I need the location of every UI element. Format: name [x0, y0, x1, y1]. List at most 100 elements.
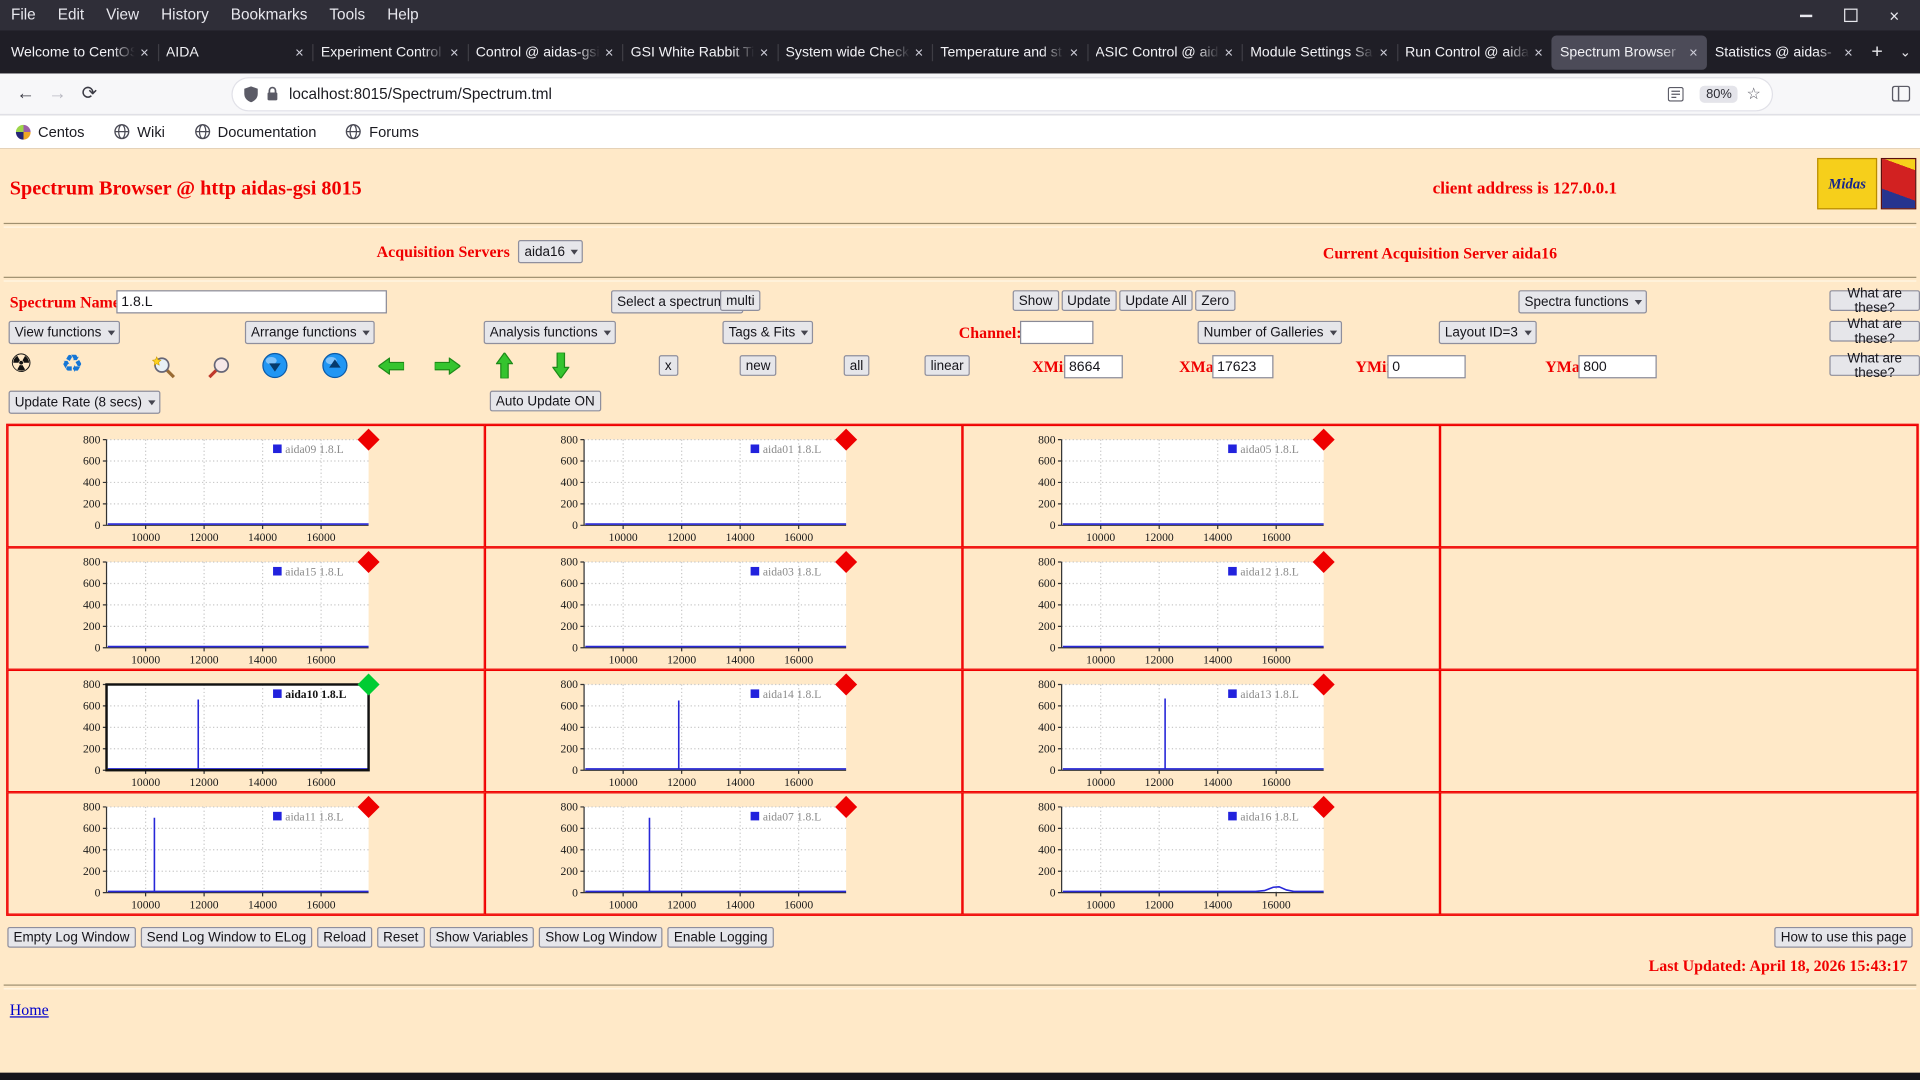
midas-logo[interactable]: Midas: [1817, 157, 1878, 210]
sidebar-icon[interactable]: [1891, 85, 1911, 102]
lock-icon[interactable]: [266, 86, 279, 102]
gsi-logo[interactable]: [1880, 157, 1917, 210]
tab-close-icon[interactable]: ×: [140, 43, 149, 60]
empty-log-window-button[interactable]: Empty Log Window: [7, 926, 136, 948]
tab-close-icon[interactable]: ×: [915, 43, 924, 60]
recycle-refresh-icon[interactable]: ♻: [61, 350, 83, 379]
ymax-input[interactable]: [1578, 355, 1657, 379]
minimize-button[interactable]: [1798, 7, 1815, 24]
spectrum-cell-aida10[interactable]: 0 200 400 600 800 10000 12000 14000 16000 aida10 …: [7, 669, 485, 793]
spectrum-chart[interactable]: 0 200 400 600 800 10000 12000 14000 16000 aida09 …: [62, 427, 385, 545]
zoom-in-icon[interactable]: [151, 355, 176, 386]
update-rate-dropdown[interactable]: Update Rate (8 secs): [8, 390, 161, 414]
show-variables-button[interactable]: Show Variables: [429, 926, 535, 948]
spectrum-chart[interactable]: 0 200 400 600 800 10000 12000 14000 16000 aida07 …: [540, 795, 863, 913]
home-link[interactable]: Home: [10, 1000, 49, 1020]
update-all-button[interactable]: Update All: [1119, 290, 1193, 312]
spectrum-cell-aida15[interactable]: 0 200 400 600 800 10000 12000 14000 16000 aida15 …: [7, 547, 485, 670]
menu-tools[interactable]: Tools: [318, 0, 376, 31]
send-log-window-to-elog-button[interactable]: Send Log Window to ELog: [140, 926, 313, 948]
xmin-input[interactable]: [1064, 355, 1123, 379]
menu-edit[interactable]: Edit: [47, 0, 95, 31]
channel-input[interactable]: [1020, 320, 1094, 345]
tab-statistics-aidas[interactable]: Statistics @ aidas- ×: [1706, 35, 1861, 69]
spectrum-cell-aida14[interactable]: 0 200 400 600 800 10000 12000 14000 16000 aida14 …: [484, 669, 963, 793]
spectrum-chart[interactable]: 0 200 400 600 800 10000 12000 14000 16000 aida05 …: [1018, 427, 1341, 545]
spectrum-chart[interactable]: 0 200 400 600 800 10000 12000 14000 16000 aida15 …: [62, 550, 385, 668]
spectrum-cell-aida01[interactable]: 0 200 400 600 800 10000 12000 14000 16000 aida01 …: [484, 424, 963, 548]
url-bar[interactable]: localhost:8015/Spectrum/Spectrum.tml 80%…: [232, 77, 1772, 110]
tab-control-aidas-gsi[interactable]: Control @ aidas-gsi ×: [467, 35, 622, 69]
bookmark-documentation[interactable]: Documentation: [194, 123, 316, 140]
shield-icon[interactable]: [244, 85, 259, 102]
reset-button[interactable]: Reset: [377, 926, 425, 948]
show-button[interactable]: Show: [1012, 290, 1059, 312]
reader-mode-icon[interactable]: [1668, 86, 1685, 102]
spectrum-cell-aida03[interactable]: 0 200 400 600 800 10000 12000 14000 16000 aida03 …: [484, 547, 963, 670]
what-are-these-button[interactable]: What are these?: [1829, 286, 1920, 315]
tab-system-wide-checks[interactable]: System wide Checks ×: [776, 35, 932, 69]
spectrum-cell-aida12[interactable]: 0 200 400 600 800 10000 12000 14000 16000 aida12 …: [962, 547, 1440, 670]
multi-button[interactable]: multi: [720, 290, 761, 312]
spectrum-cell-aida09[interactable]: 0 200 400 600 800 10000 12000 14000 16000 aida09 …: [7, 424, 485, 548]
x-button[interactable]: x: [658, 355, 678, 376]
linear-button[interactable]: linear: [924, 355, 970, 376]
menu-file[interactable]: File: [0, 0, 47, 31]
spectrum-chart[interactable]: 0 200 400 600 800 10000 12000 14000 16000 aida03 …: [540, 550, 863, 668]
spectrum-chart[interactable]: 0 200 400 600 800 10000 12000 14000 16000 aida16 …: [1018, 795, 1341, 913]
reload-button[interactable]: ⟳: [73, 75, 105, 113]
menu-history[interactable]: History: [150, 0, 220, 31]
menu-bookmarks[interactable]: Bookmarks: [220, 0, 319, 31]
spectrum-cell-aida11[interactable]: 0 200 400 600 800 10000 12000 14000 16000 aida11 …: [7, 792, 485, 915]
ymin-input[interactable]: [1387, 355, 1466, 379]
spectrum-chart[interactable]: 0 200 400 600 800 10000 12000 14000 16000 aida14 …: [540, 672, 863, 790]
what-are-these-button[interactable]: What are these?: [1829, 317, 1920, 346]
spectrum-chart[interactable]: 0 200 400 600 800 10000 12000 14000 16000 aida10 …: [62, 672, 385, 790]
layout-id-dropdown[interactable]: Layout ID=3: [1438, 320, 1537, 345]
spectrum-chart[interactable]: 0 200 400 600 800 10000 12000 14000 16000 aida12 …: [1018, 550, 1341, 668]
spectrum-chart[interactable]: 0 200 400 600 800 10000 12000 14000 16000 aida01 …: [540, 427, 863, 545]
tab-spectrum-browser[interactable]: Spectrum Browser ×: [1551, 34, 1707, 70]
spectrum-cell-aida16[interactable]: 0 200 400 600 800 10000 12000 14000 16000 aida16 …: [962, 792, 1440, 915]
what-are-these-button[interactable]: What are these?: [1829, 351, 1920, 380]
tab-temperature-and-st[interactable]: Temperature and st ×: [931, 35, 1087, 69]
url-text[interactable]: localhost:8015/Spectrum/Spectrum.tml: [289, 85, 1668, 102]
zoom-indicator[interactable]: 80%: [1699, 85, 1738, 103]
bookmark-centos[interactable]: Centos: [15, 123, 85, 140]
tab-close-icon[interactable]: ×: [1224, 43, 1233, 60]
tags-fits-dropdown[interactable]: Tags & Fits: [722, 320, 814, 345]
bookmark-star-icon[interactable]: ☆: [1747, 84, 1761, 104]
tab-close-icon[interactable]: ×: [1070, 43, 1079, 60]
maximize-button[interactable]: [1842, 7, 1859, 24]
xmax-input[interactable]: [1212, 355, 1274, 379]
tab-aida[interactable]: AIDA ×: [157, 35, 312, 69]
spectrum-cell-aida07[interactable]: 0 200 400 600 800 10000 12000 14000 16000 aida07 …: [484, 792, 963, 915]
tab-close-icon[interactable]: ×: [450, 43, 459, 60]
spectrum-chart[interactable]: 0 200 400 600 800 10000 12000 14000 16000 aida13 …: [1018, 672, 1341, 790]
acquisition-server-select[interactable]: aida16: [518, 240, 584, 264]
view-functions-dropdown[interactable]: View functions: [8, 320, 120, 345]
reload-button[interactable]: Reload: [317, 926, 373, 948]
tab-module-settings-sa[interactable]: Module Settings Sa ×: [1241, 35, 1397, 69]
tab-close-icon[interactable]: ×: [1844, 43, 1853, 60]
analysis-functions-dropdown[interactable]: Analysis functions: [483, 320, 616, 345]
tab-welcome-to-centos[interactable]: Welcome to CentOS ×: [2, 35, 157, 69]
bookmark-forums[interactable]: Forums: [346, 123, 419, 140]
tab-close-icon[interactable]: ×: [1534, 43, 1543, 60]
tab-gsi-white-rabbit-ti[interactable]: GSI White Rabbit Ti ×: [622, 35, 777, 69]
spectrum-chart[interactable]: 0 200 400 600 800 10000 12000 14000 16000 aida11 …: [62, 795, 385, 913]
green-up-arrow-icon[interactable]: [495, 351, 514, 385]
tab-close-icon[interactable]: ×: [605, 43, 614, 60]
all-button[interactable]: all: [843, 355, 870, 376]
enable-logging-button[interactable]: Enable Logging: [667, 926, 774, 948]
spectra-functions-dropdown[interactable]: Spectra functions: [1518, 290, 1647, 314]
tab-experiment-control[interactable]: Experiment Control ×: [312, 35, 467, 69]
tab-close-icon[interactable]: ×: [1379, 43, 1388, 60]
tab-asic-control-aida[interactable]: ASIC Control @ aida ×: [1086, 35, 1242, 69]
menu-view[interactable]: View: [95, 0, 150, 31]
radiation-icon[interactable]: ☢: [10, 349, 33, 378]
green-down-arrow-icon[interactable]: [551, 352, 570, 385]
auto-update-button[interactable]: Auto Update ON: [489, 390, 601, 412]
zoom-out-icon[interactable]: [207, 355, 231, 386]
tab-run-control-aida[interactable]: Run Control @ aida ×: [1396, 35, 1552, 69]
